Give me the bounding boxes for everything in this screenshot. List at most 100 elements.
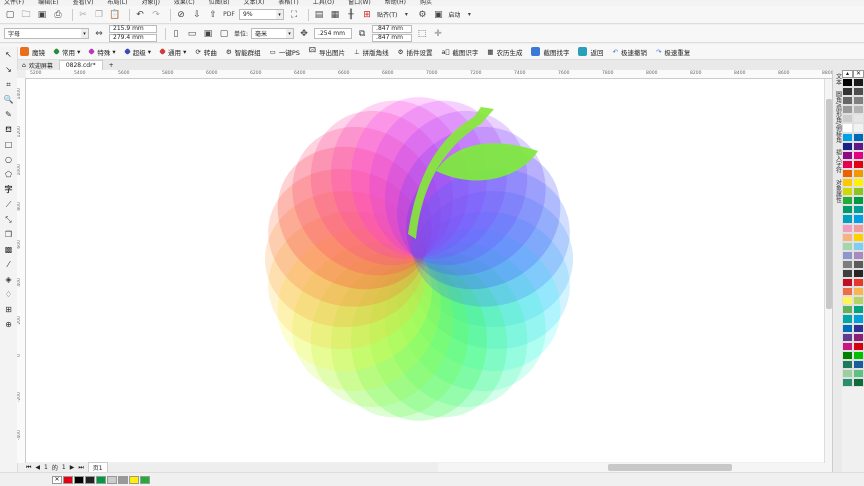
document-palette-swatch[interactable] — [107, 475, 117, 484]
plugin-quick-redo[interactable]: ↷ 极速重复 — [656, 47, 690, 57]
plugin-super[interactable]: 超级 ▾ — [123, 47, 151, 57]
palette-swatch[interactable] — [853, 78, 864, 88]
chevron-down-icon[interactable]: ▾ — [463, 9, 475, 21]
palette-swatch[interactable] — [853, 323, 864, 333]
document-palette-swatch[interactable] — [85, 475, 95, 484]
print-icon[interactable]: ⎙ — [52, 9, 64, 21]
ellipse-tool-icon[interactable]: ○ — [0, 152, 17, 167]
snap-icon[interactable]: ⊞ — [361, 9, 373, 21]
horizontal-scroll-thumb[interactable] — [608, 464, 732, 471]
nudge-distance-field[interactable]: .254 mm — [314, 28, 353, 39]
palette-swatch[interactable] — [853, 341, 864, 351]
palette-swatch[interactable] — [842, 287, 853, 297]
crop-tool-icon[interactable]: ⌗ — [0, 77, 17, 92]
show-rulers-icon[interactable]: ▤ — [313, 9, 325, 21]
eyedropper-tool-icon[interactable]: ⁄ — [0, 257, 17, 272]
last-page-icon[interactable]: ⏭ — [78, 464, 83, 472]
palette-swatch[interactable] — [842, 114, 853, 124]
freehand-tool-icon[interactable]: ✎ — [0, 107, 17, 122]
palette-swatch[interactable] — [842, 369, 853, 379]
palette-swatch[interactable] — [853, 241, 864, 251]
chevron-down-icon[interactable]: ▾ — [286, 28, 295, 39]
smart-fill-icon[interactable]: ⛾ — [0, 122, 17, 137]
palette-swatch[interactable] — [853, 296, 864, 306]
zoom-dropdown-icon[interactable]: ▾ — [276, 9, 284, 20]
palette-swatch[interactable] — [842, 214, 853, 224]
page-width-field[interactable]: 215.9 mm — [109, 24, 157, 33]
redo-icon[interactable]: ↷ — [150, 9, 162, 21]
palette-swatch[interactable] — [853, 205, 864, 215]
all-pages-icon[interactable]: ▣ — [202, 28, 214, 40]
plugin-one-click-ps[interactable]: ▭ 一键PS — [270, 47, 300, 57]
palette-swatch[interactable] — [853, 214, 864, 224]
gear-icon[interactable]: ⚙ — [416, 9, 428, 21]
palette-swatch[interactable] — [853, 150, 864, 160]
palette-swatch[interactable] — [853, 159, 864, 169]
plugin-export-image[interactable]: 🖾 导出图片 — [309, 46, 345, 57]
text-tool-icon[interactable]: 字 — [0, 182, 17, 197]
palette-swatch[interactable] — [853, 259, 864, 269]
parallel-dimension-icon[interactable]: ⟋ — [0, 197, 17, 212]
palette-swatch[interactable] — [853, 223, 864, 233]
pick-tool-icon[interactable]: ↖ — [0, 47, 17, 62]
palette-swatch[interactable] — [842, 87, 853, 97]
document-palette-swatch[interactable] — [74, 475, 84, 484]
palette-swatch[interactable] — [853, 232, 864, 242]
palette-swatch[interactable] — [853, 168, 864, 179]
palette-swatch[interactable] — [853, 96, 864, 106]
palette-menu-icon[interactable]: ▴ — [842, 70, 853, 78]
tab-document[interactable]: 0828.cdr* — [58, 60, 103, 70]
palette-swatch[interactable] — [842, 241, 853, 251]
palette-swatch[interactable] — [853, 369, 864, 379]
plugin-back[interactable]: 返回 — [578, 47, 603, 57]
palette-swatch[interactable] — [842, 132, 853, 142]
plugin-quick-undo[interactable]: ↶ 极速撤销 — [612, 47, 646, 57]
rectangle-tool-icon[interactable]: □ — [0, 137, 17, 152]
document-palette-swatch[interactable] — [63, 475, 73, 484]
import-icon[interactable]: ⇩ — [191, 9, 203, 21]
palette-swatch[interactable] — [853, 332, 864, 342]
palette-swatch[interactable] — [853, 268, 864, 279]
palette-swatch[interactable] — [853, 114, 864, 124]
full-screen-icon[interactable]: ⛶ — [288, 9, 300, 21]
copy-icon[interactable]: ❐ — [93, 9, 105, 21]
plugin-mojing[interactable]: 魔镜 — [20, 47, 45, 57]
palette-swatch[interactable] — [842, 96, 853, 106]
document-palette-swatch[interactable] — [96, 475, 106, 484]
zoom-tool-icon[interactable]: 🔍 — [0, 92, 17, 107]
palette-swatch[interactable] — [842, 159, 853, 169]
palette-swatch[interactable] — [853, 314, 864, 324]
tab-welcome-screen[interactable]: ⌂ 欢迎屏幕 — [16, 60, 59, 70]
palette-swatch[interactable] — [853, 132, 864, 142]
page-height-field[interactable]: 279.4 mm — [109, 33, 157, 42]
new-tab-button[interactable]: + — [103, 60, 120, 70]
no-fill-swatch[interactable]: ✕ — [52, 475, 62, 484]
current-page-icon[interactable]: ▢ — [218, 28, 230, 40]
connector-tool-icon[interactable]: ⤡ — [0, 212, 17, 227]
undo-icon[interactable]: ↶ — [134, 9, 146, 21]
landscape-icon[interactable]: ▭ — [186, 28, 198, 40]
next-page-icon[interactable]: ▶ — [70, 464, 75, 471]
palette-swatch[interactable] — [853, 278, 864, 288]
palette-swatch[interactable] — [842, 223, 853, 233]
chevron-down-icon[interactable]: ▾ — [81, 28, 89, 39]
plugin-convert-curves[interactable]: ⟳ 转曲 — [195, 47, 216, 57]
palette-swatch[interactable] — [842, 196, 853, 206]
palette-swatch[interactable] — [842, 150, 853, 160]
vertical-ruler[interactable]: 1400120010008006004002000-200-400-600 — [17, 78, 26, 463]
transparency-tool-icon[interactable]: ▩ — [0, 242, 17, 257]
plugin-settings[interactable]: ⚙ 插件设置 — [398, 47, 433, 57]
document-palette-swatch[interactable] — [118, 475, 128, 484]
horizontal-ruler[interactable]: 5200 5400 5600 5800 6000 6200 6400 6600 6800 7000… — [26, 70, 832, 79]
plugin-ocr[interactable]: a⃝ 截图识字 — [441, 47, 478, 57]
horizontal-scrollbar[interactable] — [438, 463, 832, 472]
palette-swatch[interactable] — [842, 168, 853, 179]
document-palette-swatch[interactable] — [140, 475, 150, 484]
palette-swatch[interactable] — [853, 350, 864, 360]
palette-swatch[interactable] — [853, 178, 864, 188]
previous-page-icon[interactable]: ◀ — [35, 464, 40, 471]
duplicate-x-field[interactable]: .847 mm — [372, 24, 413, 33]
palette-swatch[interactable] — [853, 105, 864, 115]
palette-swatch[interactable] — [842, 296, 853, 306]
palette-swatch[interactable] — [853, 123, 864, 133]
